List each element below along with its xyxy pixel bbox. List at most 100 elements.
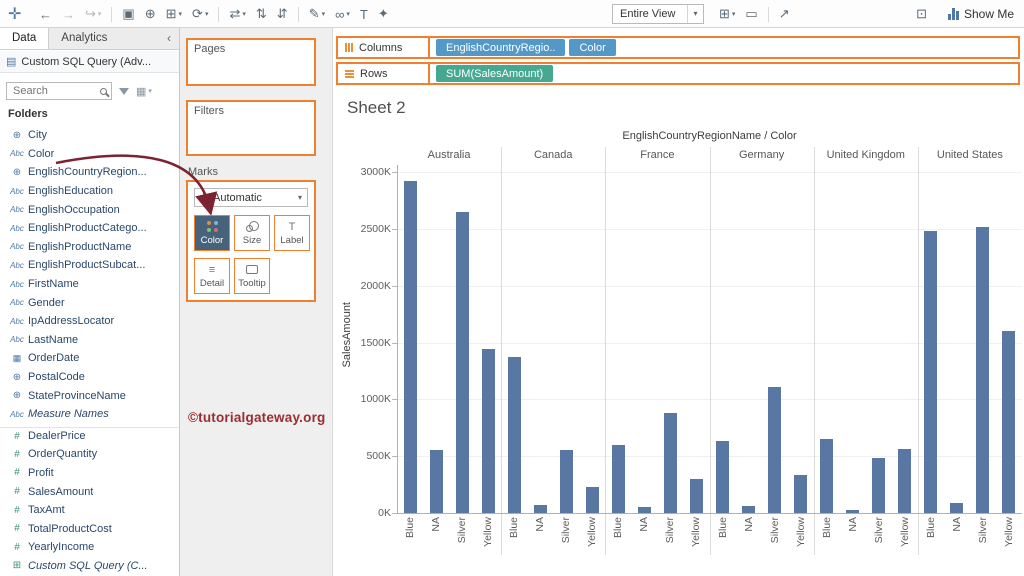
field-item[interactable]: Abc Measure Names [0,405,179,424]
marks-color-button[interactable]: Color [194,215,230,251]
swap-rows-columns-icon[interactable]: ⇄ ▾ [225,3,249,25]
x-axis-label: NA [638,517,651,532]
columns-shelf[interactable]: Columns EnglishCountryRegio.. Color [336,36,1020,59]
field-item[interactable]: Abc EnglishProductName [0,238,179,257]
show-mark-labels-icon[interactable]: T [356,3,372,25]
bar[interactable] [742,506,756,513]
marks-button-label: Size [242,235,262,246]
bar[interactable] [716,441,730,513]
field-pill[interactable]: SUM(SalesAmount) [436,65,554,82]
undo-icon[interactable]: ← [35,3,56,25]
bar[interactable] [820,439,834,513]
show-me-button[interactable]: Show Me [947,7,1014,21]
cells-icon[interactable]: ⊞ ▾ [715,3,739,25]
pages-shelf[interactable]: Pages [186,38,316,86]
field-item[interactable]: ⊕ City [0,126,179,145]
group-members-icon[interactable]: ∞ ▾ [331,3,354,25]
filter-icon[interactable] [119,87,129,95]
field-item[interactable]: Abc FirstName [0,275,179,294]
field-item[interactable]: # Profit [0,464,179,483]
field-pill[interactable]: Color [569,39,616,56]
field-item[interactable]: Abc EnglishEducation [0,182,179,201]
field-label: EnglishEducation [28,185,114,198]
field-item[interactable]: Abc LastName [0,331,179,350]
country-header-label: United States [936,149,1003,161]
view-options-icon[interactable]: ▦ ▾ [136,85,152,98]
search-input[interactable] [11,84,100,98]
field-item[interactable]: Abc EnglishProductSubcat... [0,256,179,275]
bar[interactable] [507,357,521,513]
field-item[interactable]: Abc EnglishProductCatego... [0,219,179,238]
marks-detail-button[interactable]: ≡ Detail [194,258,230,294]
bar[interactable] [403,181,417,513]
datasource-item[interactable]: ▤ Custom SQL Query (Adv... [0,51,179,73]
sort-ascending-icon[interactable]: ⇅ [252,3,271,25]
field-item[interactable]: Abc IpAddressLocator [0,312,179,331]
bar[interactable] [611,445,625,513]
bar[interactable] [533,505,547,513]
bar[interactable] [950,503,964,513]
field-item[interactable]: ▦ OrderDate [0,349,179,368]
bar[interactable] [872,458,886,513]
field-item[interactable]: # SalesAmount [0,482,179,501]
field-item[interactable]: ⊕ PostalCode [0,368,179,387]
window-icon[interactable]: ⊡ [912,3,931,25]
redo-icon[interactable]: → [58,3,79,25]
field-item[interactable]: Abc Color [0,145,179,164]
save-icon[interactable]: ▣ [118,3,138,25]
fix-axes-icon[interactable]: ✦ [374,3,393,25]
share-icon[interactable]: ↗ [775,3,794,25]
field-item[interactable]: ⊕ StateProvinceName [0,386,179,405]
field-item[interactable]: Abc EnglishOccupation [0,200,179,219]
field-item[interactable]: # TaxAmt [0,501,179,520]
bar[interactable] [585,487,599,513]
bar[interactable] [481,349,495,513]
x-axis-label: Yellow [1002,517,1015,547]
tab-data[interactable]: Data [0,28,50,49]
bar[interactable] [663,413,677,513]
marks-label-button[interactable]: T Label [274,215,310,251]
rows-shelf[interactable]: Rows SUM(SalesAmount) [336,62,1020,85]
fit-view-dropdown[interactable]: Entire View ▾ [612,4,704,24]
bar[interactable] [1002,331,1016,513]
color-icon [206,220,218,233]
bar[interactable] [455,212,469,513]
bar[interactable] [924,231,938,513]
field-item[interactable]: # OrderQuantity [0,445,179,464]
marks-tooltip-button[interactable]: Tooltip [234,258,270,294]
field-item[interactable]: ⊞ Custom SQL Query (C... [0,557,179,576]
mark-type-dropdown[interactable]: Automatic ▾ [194,188,308,207]
field-label: EnglishProductSubcat... [28,259,146,272]
new-worksheet-icon[interactable]: ⊞ ▾ [162,3,186,25]
field-pill[interactable]: EnglishCountryRegio.. [436,39,566,56]
field-item[interactable]: # YearlyIncome [0,538,179,557]
bar[interactable] [689,479,703,513]
refresh-icon[interactable]: ⟳ ▾ [188,3,212,25]
filters-shelf[interactable]: Filters [186,100,316,156]
marks-size-button[interactable]: Size [234,215,270,251]
bar[interactable] [976,227,990,513]
new-datasource-icon[interactable]: ⊕ [141,3,160,25]
bar[interactable] [559,450,573,513]
bar[interactable] [898,449,912,513]
bar[interactable] [429,450,443,513]
x-axis-label: Blue [820,517,833,539]
y-axis-title: SalesAmount [341,302,353,368]
replay-icon[interactable]: ↪ ▾ [81,3,105,25]
field-item[interactable]: # DealerPrice [0,426,179,446]
bar[interactable] [768,387,782,513]
field-item[interactable]: Abc Gender [0,293,179,312]
field-item[interactable]: # TotalProductCost [0,519,179,538]
rows-icon [345,69,354,78]
field-label: Color [28,147,55,160]
abc-icon: Abc [10,279,24,289]
presentation-mode-icon[interactable]: ▭ [741,3,761,25]
sort-descending-icon[interactable]: ⇵ [273,3,292,25]
highlight-icon[interactable]: ✎ ▾ [305,3,329,25]
tab-analytics[interactable]: Analytics [49,28,119,49]
collapse-pane-icon[interactable]: ‹ [159,28,179,49]
tooltip-icon [246,263,258,276]
bar[interactable] [794,475,808,513]
field-item[interactable]: ⊕ EnglishCountryRegion... [0,163,179,182]
search-box[interactable] [6,82,112,100]
